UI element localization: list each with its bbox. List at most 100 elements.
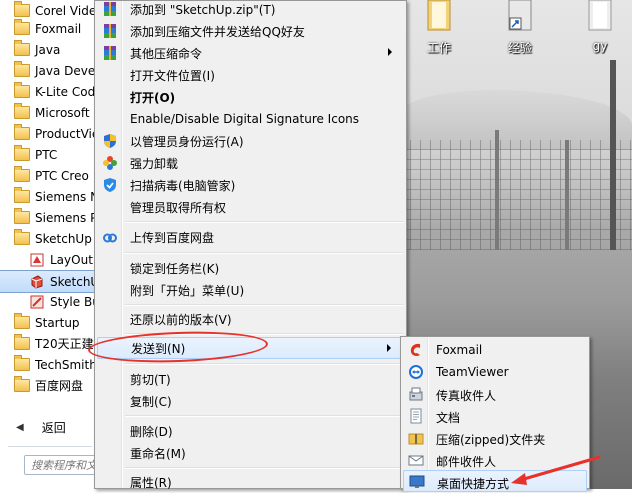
divider <box>8 446 92 447</box>
wallpaper-fence <box>400 140 632 250</box>
start-menu-item[interactable]: SketchUp 2 <box>0 228 96 249</box>
back-arrow-icon: ◀ <box>16 421 24 433</box>
annotation-arrow-icon <box>511 455 601 485</box>
menu-item-pin-start[interactable]: 附到「开始」菜单(U) <box>97 279 404 301</box>
sketchup-app-icon <box>31 274 43 289</box>
submenu-arrow-icon <box>387 344 391 352</box>
wallpaper-fence-post <box>565 140 569 250</box>
menu-separator <box>125 467 403 469</box>
start-menu-item[interactable]: K-Lite Cod <box>0 81 96 102</box>
fax-icon <box>409 387 423 401</box>
menu-item-upload-baidu[interactable]: 上传到百度网盘 <box>97 226 404 248</box>
desktop-icon-gy[interactable]: gy <box>572 0 628 53</box>
folder-icon <box>427 0 451 31</box>
folder-icon <box>14 334 30 350</box>
desktop-icon-experience[interactable]: 经验 <box>492 0 548 56</box>
folder-icon <box>14 229 30 245</box>
context-menu: 添加到 "SketchUp.zip"(T) 添加到压缩文件并发送给QQ好友 其他… <box>94 0 407 490</box>
folder-icon <box>14 313 30 329</box>
menu-separator <box>125 415 403 417</box>
documents-icon <box>410 408 422 424</box>
start-menu-item-sketchup[interactable]: SketchU <box>0 270 96 293</box>
folder-icon <box>588 0 612 31</box>
menu-item-pin-taskbar[interactable]: 锁定到任务栏(K) <box>97 257 404 279</box>
start-menu-item[interactable]: Foxmail <box>0 18 96 39</box>
start-menu-item[interactable]: Microsoft <box>0 102 96 123</box>
folder-icon <box>14 208 30 224</box>
send-to-teamviewer[interactable]: TeamViewer <box>403 361 587 383</box>
folder-icon <box>14 124 30 140</box>
wallpaper-fence-post <box>495 130 499 250</box>
menu-item-rename[interactable]: 重命名(M) <box>97 442 404 464</box>
desktop-icon-work[interactable]: 工作 <box>411 0 467 56</box>
send-to-zip-folder[interactable]: 压缩(zipped)文件夹 <box>403 427 587 449</box>
folder-icon <box>14 103 30 119</box>
desktop-icon-label: 经验 <box>507 41 532 55</box>
send-to-foxmail[interactable]: Foxmail <box>403 339 587 361</box>
start-search-input[interactable]: 搜索程序和文 <box>24 455 96 475</box>
start-menu-programs-pane: Corel Vide Foxmail Java Java Devel K-Lit… <box>0 0 97 489</box>
folder-icon <box>14 1 30 17</box>
start-menu-item-layout[interactable]: LayOut <box>0 249 96 270</box>
menu-item-restore-previous[interactable]: 还原以前的版本(V) <box>97 308 404 330</box>
menu-item-add-to-zip[interactable]: 添加到 "SketchUp.zip"(T) <box>97 0 404 20</box>
baidu-netdisk-icon <box>103 233 117 243</box>
menu-item-digital-signature[interactable]: Enable/Disable Digital Signature Icons <box>97 108 404 130</box>
menu-item-scan-virus[interactable]: 扫描病毒(电脑管家) <box>97 174 404 196</box>
layout-app-icon <box>30 253 44 266</box>
menu-item-open[interactable]: 打开(O) <box>97 86 404 108</box>
menu-item-copy[interactable]: 复制(C) <box>97 390 404 412</box>
folder-icon <box>14 355 30 371</box>
menu-item-open-file-location[interactable]: 打开文件位置(I) <box>97 64 404 86</box>
start-menu-item[interactable]: Siemens N <box>0 186 96 207</box>
uninstall-flower-icon <box>103 156 117 170</box>
menu-separator <box>125 304 403 306</box>
folder-icon <box>14 19 30 35</box>
winrar-icon <box>104 24 116 38</box>
menu-item-properties[interactable]: 属性(R) <box>97 471 404 493</box>
style-builder-app-icon <box>30 295 44 308</box>
zip-folder-icon <box>408 433 424 445</box>
folder-icon <box>14 145 30 161</box>
menu-item-delete[interactable]: 删除(D) <box>97 420 404 442</box>
start-menu-item[interactable]: T20天正建 <box>0 333 96 354</box>
menu-separator <box>125 363 403 365</box>
desktop-icon-label: gy <box>592 39 608 53</box>
folder-icon <box>14 40 30 56</box>
winrar-icon <box>104 2 116 16</box>
desktop-icon <box>409 475 425 488</box>
send-to-documents[interactable]: 文档 <box>403 405 587 427</box>
menu-item-force-uninstall[interactable]: 强力卸载 <box>97 152 404 174</box>
desktop-icon-label: 工作 <box>426 41 451 55</box>
start-menu-item[interactable]: Siemens P <box>0 207 96 228</box>
send-to-fax[interactable]: 传真收件人 <box>403 383 587 405</box>
start-menu-item[interactable]: Java <box>0 39 96 60</box>
start-menu-item[interactable]: Java Devel <box>0 60 96 81</box>
teamviewer-icon <box>409 365 423 379</box>
menu-item-run-as-admin[interactable]: 以管理员身份运行(A) <box>97 130 404 152</box>
start-menu-item[interactable]: PTC <box>0 144 96 165</box>
uac-shield-icon <box>104 134 116 148</box>
start-menu-item[interactable]: 百度网盘 <box>0 375 96 396</box>
mail-icon <box>408 455 424 466</box>
menu-item-take-ownership[interactable]: 管理员取得所有权 <box>97 196 404 218</box>
start-menu-item[interactable]: Startup <box>0 312 96 333</box>
wallpaper-pole <box>610 60 616 250</box>
foxmail-icon <box>410 343 420 356</box>
menu-item-add-and-send-qq[interactable]: 添加到压缩文件并发送给QQ好友 <box>97 20 404 42</box>
start-menu-item-style-builder[interactable]: Style Bu <box>0 291 96 312</box>
winrar-icon <box>104 46 116 60</box>
start-menu-item[interactable]: TechSmith <box>0 354 96 375</box>
shortcut-icon <box>508 0 532 31</box>
menu-item-cut[interactable]: 剪切(T) <box>97 368 404 390</box>
folder-icon <box>14 82 30 98</box>
folder-icon <box>14 166 30 182</box>
menu-item-other-compress[interactable]: 其他压缩命令 <box>97 42 404 64</box>
start-menu-item[interactable]: PTC Creo <box>0 165 96 186</box>
start-menu-item[interactable]: ProductVie <box>0 123 96 144</box>
menu-separator <box>125 221 403 223</box>
folder-icon <box>14 376 30 392</box>
back-button[interactable]: ◀ 返回 <box>0 414 96 440</box>
folder-icon <box>14 187 30 203</box>
menu-separator <box>125 252 403 254</box>
